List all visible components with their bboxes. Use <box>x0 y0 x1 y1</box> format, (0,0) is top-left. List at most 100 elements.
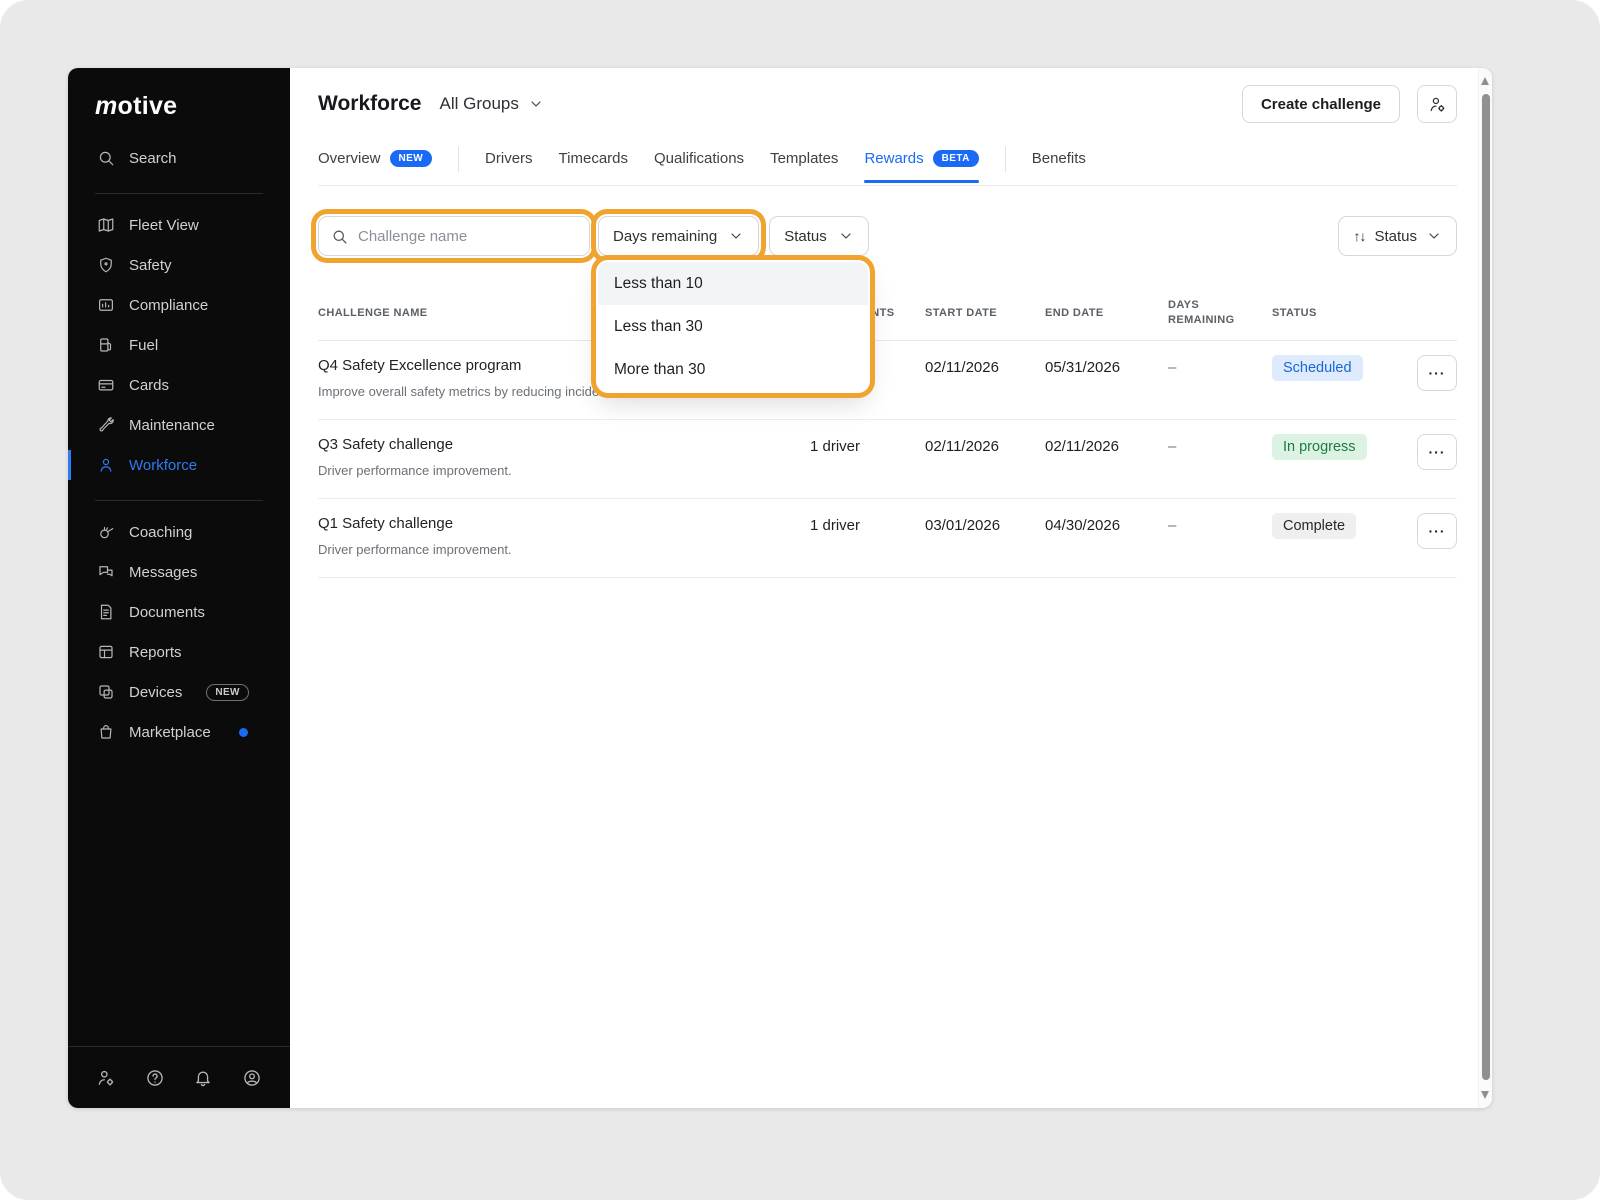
active-indicator-bar <box>68 450 71 480</box>
notifications-bell-icon[interactable] <box>193 1068 213 1088</box>
column-header-end-date: End date <box>1025 307 1148 319</box>
days-remaining-dropdown-menu: Less than 10 Less than 30 More than 30 <box>598 262 868 391</box>
challenge-name-cell: Q3 Safety challenge Driver performance i… <box>318 436 790 478</box>
vertical-scrollbar[interactable] <box>1478 68 1492 1108</box>
sidebar-item-safety[interactable]: Safety <box>68 245 290 285</box>
devices-icon <box>97 683 115 701</box>
end-date-cell: 02/11/2026 <box>1025 436 1148 455</box>
more-actions-button[interactable]: ··· <box>1417 434 1457 470</box>
column-header-start-date: Start date <box>905 307 1025 319</box>
tab-overview[interactable]: Overview NEW <box>318 150 432 182</box>
sort-by-button[interactable]: ↑↓ Status <box>1338 216 1457 256</box>
status-badge: Scheduled <box>1272 355 1363 381</box>
status-badge: Complete <box>1272 513 1356 539</box>
beta-badge: BETA <box>933 150 979 167</box>
shield-icon <box>97 256 115 274</box>
page-title: Workforce <box>318 92 421 116</box>
search-icon <box>331 228 348 245</box>
compliance-chart-icon <box>97 296 115 314</box>
tab-templates[interactable]: Templates <box>770 150 838 182</box>
end-date-cell: 04/30/2026 <box>1025 515 1148 534</box>
chevron-down-icon <box>838 228 854 244</box>
motive-logo: motive <box>95 92 290 121</box>
main-content: Workforce All Groups Create challenge Ov… <box>290 68 1478 1108</box>
chevron-down-icon <box>528 96 544 112</box>
sidebar-item-messages[interactable]: Messages <box>68 552 290 592</box>
group-filter-dropdown[interactable]: All Groups <box>439 94 543 114</box>
chat-bubbles-icon <box>97 563 115 581</box>
menu-option-less-than-30[interactable]: Less than 30 <box>598 305 868 348</box>
sidebar-item-workforce[interactable]: Workforce <box>68 445 290 485</box>
marketplace-notification-dot <box>239 728 248 737</box>
app-window: motive Search Fleet View Safety Complian… <box>68 68 1492 1108</box>
search-icon <box>97 149 115 167</box>
chevron-down-icon <box>728 228 744 244</box>
desktop-background: motive Search Fleet View Safety Complian… <box>0 0 1600 1200</box>
column-header-status: Status <box>1252 307 1397 319</box>
menu-option-less-than-10[interactable]: Less than 10 <box>598 262 868 305</box>
help-icon[interactable] <box>145 1068 165 1088</box>
sidebar-item-coaching[interactable]: Coaching <box>68 512 290 552</box>
sidebar-footer <box>68 1046 290 1108</box>
sidebar-divider <box>95 500 263 501</box>
new-badge: NEW <box>390 150 433 167</box>
document-icon <box>97 603 115 621</box>
sidebar-item-documents[interactable]: Documents <box>68 592 290 632</box>
sidebar-item-search[interactable]: Search <box>68 138 290 178</box>
devices-new-badge: NEW <box>206 684 249 701</box>
tab-timecards[interactable]: Timecards <box>559 150 628 182</box>
fuel-pump-icon <box>97 336 115 354</box>
sidebar-item-cards[interactable]: Cards <box>68 365 290 405</box>
status-filter[interactable]: Status <box>769 216 869 256</box>
sidebar-item-marketplace[interactable]: Marketplace <box>68 712 290 752</box>
tab-divider <box>1005 146 1006 172</box>
more-actions-button[interactable]: ··· <box>1417 513 1457 549</box>
days-remaining-filter[interactable]: Days remaining <box>598 216 759 256</box>
menu-option-more-than-30[interactable]: More than 30 <box>598 348 868 391</box>
start-date-cell: 03/01/2026 <box>905 515 1025 534</box>
start-date-cell: 02/11/2026 <box>905 357 1025 376</box>
sidebar-item-fuel[interactable]: Fuel <box>68 325 290 365</box>
person-gear-icon <box>1428 95 1447 114</box>
sort-arrows-icon: ↑↓ <box>1353 228 1365 244</box>
challenge-name-input[interactable] <box>358 228 577 245</box>
days-remaining-cell: – <box>1148 357 1252 376</box>
sidebar-item-fleet-view[interactable]: Fleet View <box>68 205 290 245</box>
sidebar: motive Search Fleet View Safety Complian… <box>68 68 290 1108</box>
sidebar-item-devices[interactable]: Devices NEW <box>68 672 290 712</box>
table-row: Q3 Safety challenge Driver performance i… <box>318 420 1457 499</box>
credit-card-icon <box>97 376 115 394</box>
sidebar-item-reports[interactable]: Reports <box>68 632 290 672</box>
tab-benefits[interactable]: Benefits <box>1032 150 1086 182</box>
tab-rewards[interactable]: Rewards BETA <box>864 150 978 182</box>
start-date-cell: 02/11/2026 <box>905 436 1025 455</box>
table-header-row: Challenge name Participants Start date E… <box>318 290 1457 341</box>
table-row: Q4 Safety Excellence program Improve ove… <box>318 341 1457 420</box>
status-badge: In progress <box>1272 434 1367 460</box>
days-remaining-cell: – <box>1148 436 1252 455</box>
scrollbar-thumb[interactable] <box>1482 94 1490 1080</box>
admin-person-gear-icon[interactable] <box>96 1068 116 1088</box>
sidebar-item-maintenance[interactable]: Maintenance <box>68 405 290 445</box>
tab-drivers[interactable]: Drivers <box>485 150 533 182</box>
tab-qualifications[interactable]: Qualifications <box>654 150 744 182</box>
more-actions-button[interactable]: ··· <box>1417 355 1457 391</box>
sidebar-item-compliance[interactable]: Compliance <box>68 285 290 325</box>
scroll-down-arrow[interactable] <box>1481 1091 1489 1099</box>
account-icon[interactable] <box>242 1068 262 1088</box>
scroll-up-arrow[interactable] <box>1481 77 1489 85</box>
participants-cell: 1 driver <box>790 436 905 455</box>
table-row: Q1 Safety challenge Driver performance i… <box>318 499 1457 578</box>
manage-access-button[interactable] <box>1417 85 1457 123</box>
chevron-down-icon <box>1426 228 1442 244</box>
filter-bar: Days remaining Status ↑↓ Status <box>318 216 1457 256</box>
report-layout-icon <box>97 643 115 661</box>
person-icon <box>97 456 115 474</box>
participants-cell: 1 driver <box>790 515 905 534</box>
whistle-icon <box>97 523 115 541</box>
shopping-bag-icon <box>97 723 115 741</box>
end-date-cell: 05/31/2026 <box>1025 357 1148 376</box>
tab-bar: Overview NEW Drivers Timecards Qualifica… <box>318 146 1457 186</box>
challenge-name-search[interactable] <box>318 216 590 256</box>
create-challenge-button[interactable]: Create challenge <box>1242 85 1400 123</box>
